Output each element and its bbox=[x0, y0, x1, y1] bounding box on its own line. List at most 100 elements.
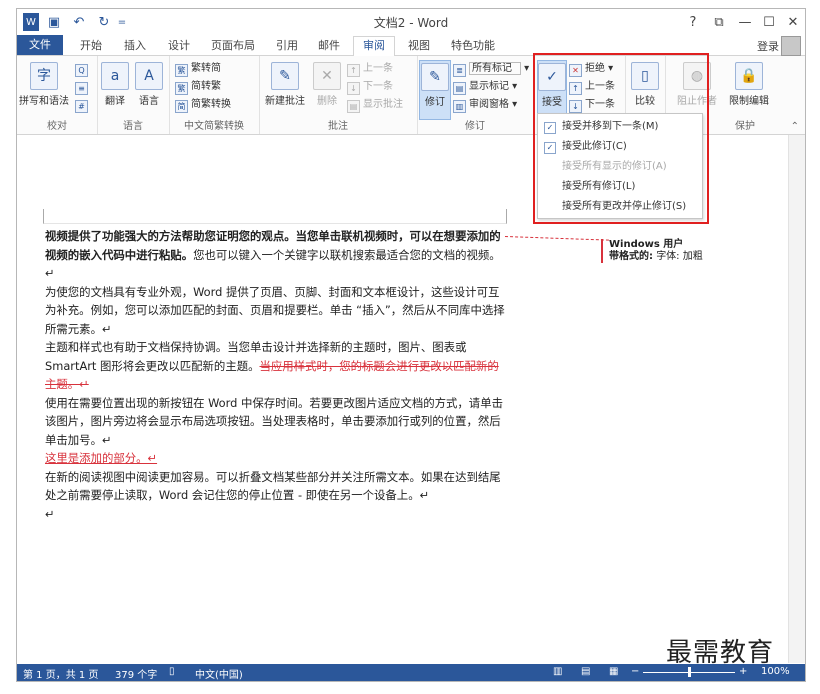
lock-icon: 🔒 bbox=[735, 62, 763, 90]
close-button[interactable]: ✕ bbox=[781, 12, 805, 32]
paragraph-2: 为使您的文档具有专业外观，Word 提供了页眉、页脚、封面和文本框设计，这些设计… bbox=[45, 284, 505, 336]
restrict-editing-button[interactable]: 🔒 限制编辑 bbox=[725, 62, 773, 107]
inserted-text: 这里是添加的部分。↵ bbox=[45, 451, 158, 465]
simp-to-trad-icon: 繁 bbox=[175, 82, 188, 95]
group-chinese-label: 中文简繁转换 bbox=[184, 121, 244, 132]
track-changes-button[interactable]: ✎ 修订 bbox=[419, 60, 451, 120]
prev-comment-icon: ↑ bbox=[347, 64, 360, 77]
document-body[interactable]: 视频提供了功能强大的方法帮助您证明您的观点。当您单击联机视频时，可以在想要添加的… bbox=[45, 227, 505, 523]
language-button[interactable]: A 语言 bbox=[133, 62, 165, 107]
word-count-button[interactable]: # bbox=[75, 98, 91, 113]
vertical-scrollbar[interactable] bbox=[788, 135, 805, 663]
trad-to-simp-button[interactable]: 繁繁转简 bbox=[175, 62, 221, 77]
research-icon: Q bbox=[75, 64, 88, 77]
maximize-button[interactable]: ☐ bbox=[757, 12, 781, 32]
show-markup-button[interactable]: ▤ 显示标记 ▾ bbox=[453, 80, 517, 95]
chinese-convert-button[interactable]: 简简繁转换 bbox=[175, 98, 231, 113]
prev-comment-button[interactable]: ↑ 上一条 bbox=[347, 62, 393, 77]
spelling-icon: 字 bbox=[30, 62, 58, 90]
next-comment-icon: ↓ bbox=[347, 82, 360, 95]
page-count[interactable]: 第 1 页，共 1 页 bbox=[23, 666, 98, 681]
chinese-convert-label: 简繁转换 bbox=[191, 99, 231, 110]
restrict-editing-label: 限制编辑 bbox=[729, 96, 769, 107]
delete-comment-label: 删除 bbox=[317, 96, 337, 107]
research-button[interactable]: Q bbox=[75, 62, 91, 77]
group-comments: ✎ 新建批注 ✕ 删除 ↑ 上一条 ↓ 下一条 ▤ 显示批注 批注 bbox=[259, 56, 418, 134]
group-tracking: ✎ 修订 ≣ 所有标记 ▾ ▤ 显示标记 ▾ ▥ 审阅窗格 ▾ 修订 bbox=[417, 56, 534, 134]
tab-mailings[interactable]: 邮件 bbox=[311, 37, 347, 54]
delete-comment-button[interactable]: ✕ 删除 bbox=[311, 62, 343, 107]
tab-features[interactable]: 特色功能 bbox=[445, 37, 501, 54]
markup-select-value: 所有标记 bbox=[469, 62, 521, 75]
next-comment-button[interactable]: ↓ 下一条 bbox=[347, 80, 393, 95]
show-comments-label: 显示批注 bbox=[363, 99, 403, 110]
tab-layout[interactable]: 页面布局 bbox=[207, 37, 259, 54]
show-comments-icon: ▤ bbox=[347, 100, 360, 113]
balloon-author: Windows 用户 bbox=[609, 239, 684, 250]
revision-balloon[interactable]: Windows 用户 带格式的: 字体: 加粗 bbox=[601, 239, 719, 263]
paragraph-1: 视频提供了功能强大的方法帮助您证明您的观点。当您单击联机视频时，可以在想要添加的… bbox=[45, 227, 505, 283]
language-status[interactable]: 中文(中国) bbox=[195, 666, 243, 681]
simp-to-trad-button[interactable]: 繁简转繁 bbox=[175, 80, 221, 95]
watermark-logo: 最需教育 bbox=[666, 638, 775, 668]
minimize-button[interactable]: — bbox=[733, 12, 757, 32]
simp-to-trad-label: 简转繁 bbox=[191, 81, 221, 92]
paragraph-3: 主题和样式也有助于文档保持协调。当您单击设计并选择新的主题时，图片、图表或 Sm… bbox=[45, 338, 505, 394]
spelling-button[interactable]: 字 拼写和语法 bbox=[19, 62, 69, 107]
group-comments-label: 批注 bbox=[328, 121, 348, 132]
reviewing-pane-button[interactable]: ▥ 审阅窗格 ▾ bbox=[453, 98, 517, 113]
paragraph-7: ↵ bbox=[45, 506, 55, 521]
new-comment-icon: ✎ bbox=[271, 62, 299, 90]
ribbon-display-button[interactable]: ⧉ bbox=[707, 12, 731, 32]
tab-review[interactable]: 审阅 bbox=[353, 36, 395, 57]
show-comments-button[interactable]: ▤ 显示批注 bbox=[347, 98, 403, 113]
tab-view[interactable]: 视图 bbox=[401, 37, 437, 54]
tab-design[interactable]: 设计 bbox=[161, 37, 197, 54]
print-layout-icon[interactable]: ▤ bbox=[581, 666, 590, 677]
balloon-detail: 字体: 加粗 bbox=[656, 251, 703, 262]
title-bar: W ▣ ↶ ↻ = 文档2 - Word ? ⧉ — ☐ ✕ bbox=[17, 9, 805, 35]
group-tracking-label: 修订 bbox=[465, 121, 485, 132]
group-proofing: 字 拼写和语法 Q ≡ # 校对 bbox=[17, 56, 98, 134]
tab-insert[interactable]: 插入 bbox=[117, 37, 153, 54]
paragraph-4: 使用在需要位置出现的新按钮在 Word 中保存时间。若要更改图片适应文档的方式，… bbox=[45, 395, 503, 447]
tab-home[interactable]: 开始 bbox=[73, 37, 109, 54]
balloon-content: 带格式的: 字体: 加粗 bbox=[609, 251, 719, 263]
markup-select[interactable]: ≣ 所有标记 ▾ bbox=[453, 62, 529, 77]
comment-connector bbox=[504, 236, 609, 241]
next-comment-label: 下一条 bbox=[363, 81, 393, 92]
tab-file[interactable]: 文件 bbox=[17, 35, 63, 55]
markup-icon: ≣ bbox=[453, 64, 466, 77]
group-chinese-conversion: 繁繁转简 繁简转繁 简简繁转换 中文简繁转换 bbox=[169, 56, 260, 134]
proofing-status-icon[interactable]: ▯ bbox=[169, 666, 175, 677]
trad-to-simp-icon: 繁 bbox=[175, 64, 188, 77]
collapse-ribbon-icon[interactable]: ⌃ bbox=[791, 121, 799, 132]
group-language-label: 语言 bbox=[123, 121, 143, 132]
paragraph-6: 在新的阅读视图中阅读更加容易。可以折叠文档某些部分并关注所需文本。如果在达到结尾… bbox=[45, 469, 501, 503]
prev-comment-label: 上一条 bbox=[363, 63, 393, 74]
new-comment-button[interactable]: ✎ 新建批注 bbox=[263, 62, 307, 107]
read-mode-icon[interactable]: ▥ bbox=[553, 666, 562, 677]
word-count-icon: # bbox=[75, 100, 88, 113]
word-window: W ▣ ↶ ↻ = 文档2 - Word ? ⧉ — ☐ ✕ 文件 开始 插入 … bbox=[16, 8, 806, 682]
spelling-label: 拼写和语法 bbox=[19, 96, 69, 107]
help-button[interactable]: ? bbox=[681, 12, 705, 32]
thesaurus-button[interactable]: ≡ bbox=[75, 80, 91, 95]
translate-icon: a bbox=[101, 62, 129, 90]
zoom-out-button[interactable]: − bbox=[631, 666, 639, 677]
avatar[interactable] bbox=[781, 36, 801, 56]
trad-to-simp-label: 繁转简 bbox=[191, 63, 221, 74]
group-protect-label: 保护 bbox=[735, 121, 755, 132]
show-markup-icon: ▤ bbox=[453, 82, 466, 95]
translate-button[interactable]: a 翻译 bbox=[99, 62, 131, 107]
sign-in-link[interactable]: 登录 bbox=[757, 38, 779, 54]
chinese-convert-icon: 简 bbox=[175, 100, 188, 113]
word-count[interactable]: 379 个字 bbox=[115, 666, 157, 681]
tab-references[interactable]: 引用 bbox=[269, 37, 305, 54]
reviewing-pane-icon: ▥ bbox=[453, 100, 466, 113]
web-layout-icon[interactable]: ▦ bbox=[609, 666, 618, 677]
thesaurus-icon: ≡ bbox=[75, 82, 88, 95]
balloon-label: 带格式的: bbox=[609, 251, 653, 262]
translate-label: 翻译 bbox=[105, 96, 125, 107]
group-language: a 翻译 A 语言 语言 bbox=[97, 56, 170, 134]
